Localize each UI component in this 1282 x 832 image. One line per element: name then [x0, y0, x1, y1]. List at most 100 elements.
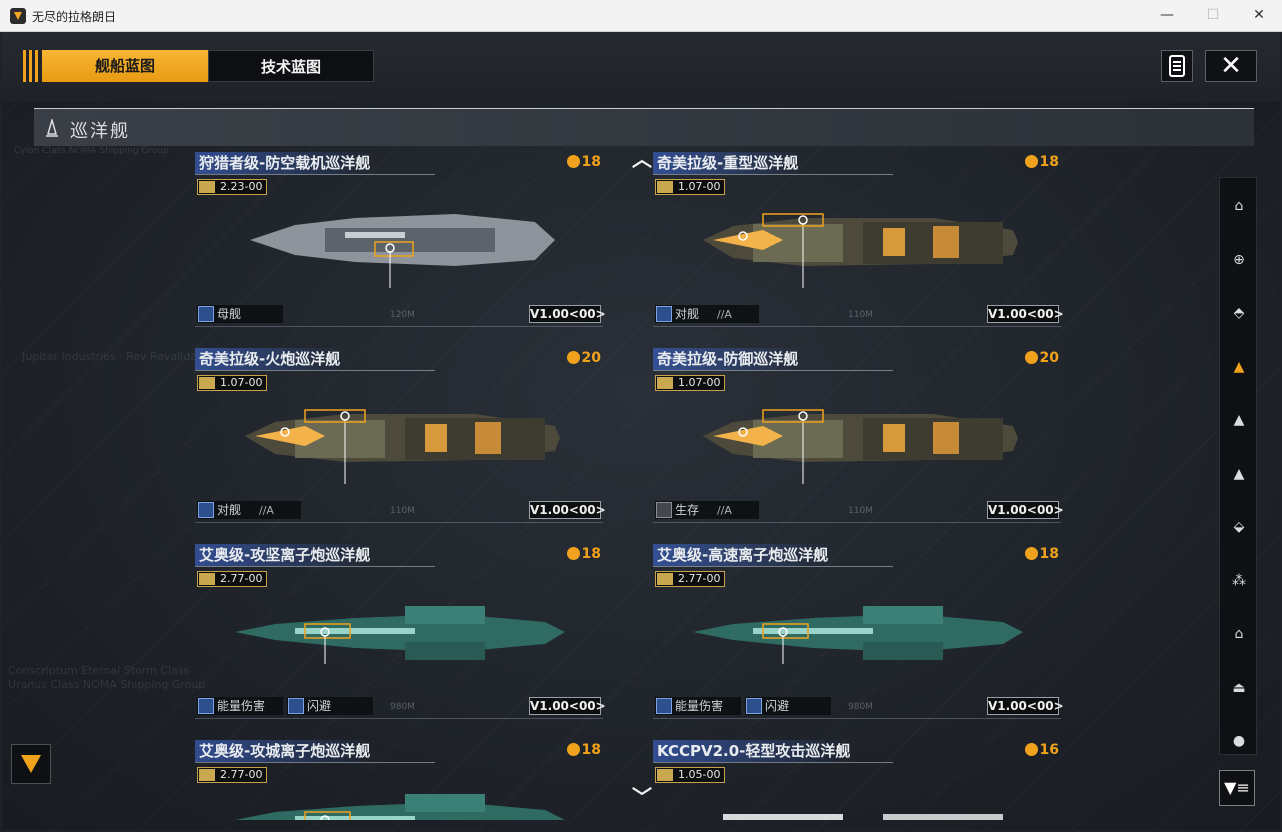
document-icon [1169, 55, 1185, 77]
card-title: 奇美拉级-重型巡洋舰 [653, 152, 805, 174]
ship-render [693, 396, 1023, 486]
cost-coin-icon [1024, 743, 1038, 756]
blueprint-card[interactable]: 艾奥级-攻城离子炮巡洋舰 18 2.77-00 [195, 740, 603, 830]
scroll-up-button[interactable]: ︿ [630, 149, 654, 169]
tag-icon [198, 698, 214, 714]
card-tag: 母舰 [197, 305, 283, 323]
destroyer-icon[interactable]: ▲ [1220, 400, 1258, 440]
version-badge: V1.00<00> [987, 501, 1064, 519]
corvette-icon[interactable]: ⬙ [1220, 507, 1258, 547]
game-view: 舰船蓝图 技术蓝图 ✕ 巡洋舰 Cylon Class NOMA Shippin… [2, 32, 1280, 830]
tab-tech-blueprints[interactable]: 技术蓝图 [208, 50, 374, 82]
version-icon [199, 769, 215, 781]
scale-label: 120M [390, 310, 415, 320]
card-title: 奇美拉级-防御巡洋舰 [653, 348, 805, 370]
blueprint-card[interactable]: 奇美拉级-重型巡洋舰 18 1.07-00 对舰//A 110M V1.00<00> [653, 152, 1064, 342]
card-tag: 对舰//A [655, 305, 759, 323]
battleship-icon[interactable]: ⊕ [1220, 240, 1258, 280]
frigate-icon[interactable]: ▲ [1220, 454, 1258, 494]
version-icon [657, 377, 673, 389]
card-title-underline [195, 762, 435, 763]
blueprint-card[interactable]: KCCPV2.0-轻型攻击巡洋舰 16 1.05-00 [653, 740, 1061, 820]
cost-coin-icon [1024, 547, 1038, 560]
version-icon [199, 573, 215, 585]
ship-image [235, 606, 565, 664]
card-divider [653, 718, 1061, 719]
tag-icon [656, 502, 672, 518]
card-title: 艾奥级-攻坚离子炮巡洋舰 [195, 544, 377, 566]
ship-image [703, 213, 1018, 288]
card-title: 狩猎者级-防空载机巡洋舰 [195, 152, 377, 174]
version-badge: V1.00<00> [529, 305, 606, 323]
app-logo-icon [10, 8, 26, 24]
filter-button[interactable]: ▼≡ [1219, 770, 1255, 806]
tab-edge-stripes [23, 50, 41, 82]
card-tag: 闪避 [745, 697, 831, 715]
tag-icon [656, 306, 672, 322]
ship-image [703, 409, 1018, 484]
card-tag: 闪避 [287, 697, 373, 715]
blueprint-card[interactable]: 奇美拉级-防御巡洋舰 20 1.07-00 生存//A 110M V1.00<00> [653, 348, 1064, 538]
card-cost: 16 [1024, 742, 1059, 758]
version-icon [657, 181, 673, 193]
station-icon[interactable]: ⏏ [1220, 668, 1258, 708]
window-close-button[interactable]: ✕ [1236, 0, 1282, 32]
ship-image [245, 409, 560, 484]
scale-label: 110M [390, 506, 415, 516]
card-cost: 18 [566, 742, 601, 758]
version-icon [199, 181, 215, 193]
minimize-button[interactable]: — [1144, 0, 1190, 32]
cruiser-icon[interactable]: ▲ [1220, 347, 1258, 387]
card-version: 1.07-00 [655, 375, 725, 391]
card-cost: 18 [1024, 154, 1059, 170]
tab-ship-blueprints[interactable]: 舰船蓝图 [42, 50, 208, 82]
card-version: 1.07-00 [655, 179, 725, 195]
maximize-button[interactable]: ☐ [1190, 0, 1236, 32]
card-version: 2.77-00 [197, 571, 267, 587]
ship-image [693, 606, 1023, 664]
card-divider [195, 326, 603, 327]
scale-label: 110M [848, 506, 873, 516]
card-title: 艾奥级-攻城离子炮巡洋舰 [195, 740, 377, 762]
card-divider [195, 718, 603, 719]
card-title-underline [195, 370, 435, 371]
card-cost: 18 [566, 546, 601, 562]
ship-render [235, 780, 565, 830]
carrier-icon[interactable]: ⌂ [1220, 186, 1258, 226]
version-badge: V1.00<00> [987, 697, 1064, 715]
document-button[interactable] [1161, 50, 1193, 82]
cost-coin-icon [1024, 155, 1038, 168]
battlecruiser-icon[interactable]: ⬘ [1220, 293, 1258, 333]
cost-coin-icon [566, 547, 580, 560]
close-button[interactable]: ✕ [1205, 50, 1257, 82]
blueprint-card[interactable]: 艾奥级-高速离子炮巡洋舰 18 2.77-00 能量伤害 闪避 980M V1.00<… [653, 544, 1064, 734]
card-title: 艾奥级-高速离子炮巡洋舰 [653, 544, 835, 566]
section-deco-text: Cylon Class NOMA Shipping Group [14, 146, 169, 156]
scroll-down-button[interactable]: ﹀ [630, 787, 654, 807]
card-version: 2.77-00 [655, 571, 725, 587]
card-tag: 能量伤害 [197, 697, 283, 715]
blueprint-card[interactable]: 狩猎者级-防空载机巡洋舰 18 2.23-00 母舰 120M V1.00<00> [195, 152, 606, 342]
card-title: KCCPV2.0-轻型攻击巡洋舰 [653, 740, 857, 762]
fighter-icon[interactable]: ⁂ [1220, 561, 1258, 601]
background-text: Jupiter Industries · Rev Revalidative [22, 350, 218, 363]
card-tag: 对舰//A [197, 501, 301, 519]
blueprint-card[interactable]: 奇美拉级-火炮巡洋舰 20 1.07-00 对舰//A 110M V1.00<00> [195, 348, 606, 538]
ship-render [235, 396, 565, 486]
ship-image [250, 214, 555, 288]
aux-icon[interactable]: ⌂ [1220, 614, 1258, 654]
misc-icon[interactable]: ● [1220, 721, 1258, 761]
version-icon [657, 769, 673, 781]
emblem-icon[interactable] [11, 744, 51, 784]
card-cost: 18 [1024, 546, 1059, 562]
blueprint-card[interactable]: 艾奥级-攻坚离子炮巡洋舰 18 2.77-00 能量伤害 闪避 980M V1.00<… [195, 544, 606, 734]
tag-icon [656, 698, 672, 714]
app-window: 无尽的拉格朗日 — ☐ ✕ 舰船蓝图 技术蓝图 ✕ 巡洋舰 Cylon Clas… [0, 0, 1282, 832]
tag-icon [746, 698, 762, 714]
section-header: 巡洋舰 [34, 108, 1254, 146]
background-text: Conscriptum Eternal Storm Class Uranus C… [8, 664, 206, 691]
cruiser-icon [46, 119, 58, 137]
cost-coin-icon [566, 743, 580, 756]
card-title-underline [195, 174, 435, 175]
cost-coin-icon [566, 351, 580, 364]
